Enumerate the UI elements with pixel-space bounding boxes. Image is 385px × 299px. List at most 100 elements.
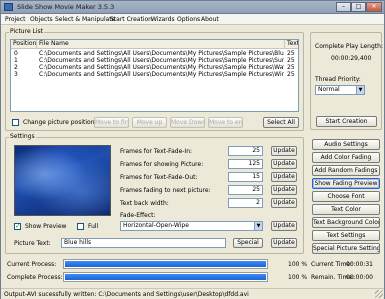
column-text[interactable]: Text	[285, 40, 298, 49]
table-row[interactable]: 0 C:\Documents and Settings\All Users\Do…	[11, 50, 298, 57]
row-text: 25	[287, 64, 295, 71]
showing-label: Frames for showing Picture:	[120, 161, 204, 168]
row-text: 25	[287, 71, 295, 78]
thread-priority-label: Thread Priority:	[315, 76, 361, 83]
picture-list-header: Position File Name Text	[11, 40, 298, 49]
chevron-down-icon[interactable]: ▼	[254, 222, 262, 230]
picture-text-update-button[interactable]: Update	[271, 238, 297, 248]
back-width-label: Text back width:	[120, 200, 169, 207]
resize-grip-icon[interactable]	[375, 290, 383, 298]
row-text: 25	[287, 57, 295, 64]
minimize-button[interactable]: –	[336, 2, 351, 12]
table-row[interactable]: 3 C:\Documents and Settings\All Users\Do…	[11, 71, 298, 78]
change-position-label: Change picture position	[23, 119, 95, 126]
window-title: Slide Show Movie Maker 3.5.3	[17, 3, 115, 11]
complete-play-length-value: 00:00:29,400	[331, 55, 372, 62]
menu-wizards[interactable]: Wizards	[151, 16, 175, 23]
complete-process-label: Complete Process:	[7, 274, 63, 281]
move-down-button[interactable]: Move Down	[170, 117, 205, 128]
fade-in-update-button[interactable]: Update	[271, 146, 297, 156]
back-width-input[interactable]: 2	[228, 198, 263, 208]
title-bar[interactable]: Slide Show Movie Maker 3.5.3 – □ ✕	[1, 1, 384, 14]
picture-list-label: Picture List	[9, 28, 45, 35]
row-file-name: C:\Documents and Settings\All Users\Docu…	[39, 50, 284, 57]
showing-input[interactable]: 125	[228, 159, 263, 169]
start-creation-button[interactable]: Start Creation	[316, 116, 377, 127]
change-position-checkbox[interactable]	[12, 119, 19, 126]
app-window: Slide Show Movie Maker 3.5.3 – □ ✕ Proje…	[0, 0, 385, 299]
showing-update-button[interactable]: Update	[271, 159, 297, 169]
status-bar: Output-AVI sucessfully written: C:\Docum…	[1, 288, 384, 299]
fade-out-update-button[interactable]: Update	[271, 172, 297, 182]
row-position: 1	[14, 57, 18, 64]
current-process-label: Current Process:	[7, 261, 57, 268]
text-color-button[interactable]: Text Color	[312, 204, 380, 215]
chevron-down-icon[interactable]: ▼	[356, 86, 364, 94]
move-up-button[interactable]: Move up	[132, 117, 167, 128]
text-settings-button[interactable]: Text Settings	[312, 230, 380, 241]
column-position[interactable]: Position	[11, 40, 37, 49]
current-progress-fill	[65, 261, 266, 267]
fading-next-update-button[interactable]: Update	[271, 185, 297, 195]
status-text: Output-AVI sucessfully written: C:\Docum…	[4, 291, 249, 298]
fade-effect-value: Horizontal-Open-Wipe	[123, 222, 189, 229]
special-picture-settings-button[interactable]: Special Picture Settings	[312, 243, 380, 254]
current-time-value: 00:00:31	[346, 261, 373, 268]
maximize-button[interactable]: □	[351, 2, 366, 12]
picture-list[interactable]: Position File Name Text 0 C:\Documents a…	[10, 39, 299, 112]
full-checkbox[interactable]	[77, 223, 84, 230]
column-file-name[interactable]: File Name	[37, 40, 285, 49]
complete-progress-bar	[63, 272, 268, 282]
table-row[interactable]: 1 C:\Documents and Settings\All Users\Do…	[11, 57, 298, 64]
picture-text-input[interactable]: Blue hills	[61, 238, 226, 248]
current-progress-bar	[63, 259, 268, 269]
picture-preview	[14, 145, 111, 216]
add-random-fadings-button[interactable]: Add Random Fadings	[312, 165, 380, 176]
row-file-name: C:\Documents and Settings\All Users\Docu…	[39, 71, 284, 78]
thread-priority-value: Normal	[318, 86, 340, 93]
fade-out-label: Frames for Text-Fade-Out:	[120, 174, 198, 181]
add-color-fading-button[interactable]: Add Color Fading	[312, 152, 380, 163]
choose-font-button[interactable]: Choose Font	[312, 191, 380, 202]
menu-options[interactable]: Options	[177, 16, 200, 23]
complete-progress-fill	[65, 274, 266, 280]
audio-settings-button[interactable]: Audio Settings	[312, 139, 380, 150]
fade-effect-select[interactable]: Horizontal-Open-Wipe ▼	[120, 221, 263, 231]
menu-about[interactable]: About	[201, 16, 219, 23]
move-to-end-button[interactable]: Move to end	[208, 117, 243, 128]
show-preview-label: Show Preview	[25, 223, 67, 230]
settings-label: Settings	[9, 133, 36, 140]
fade-effect-update-button[interactable]: Update	[271, 221, 297, 231]
menu-objects[interactable]: Objects	[30, 16, 53, 23]
menu-project[interactable]: Project	[5, 16, 26, 23]
fade-out-input[interactable]: 15	[228, 172, 263, 182]
fade-effect-label: Fade-Effect:	[120, 212, 156, 219]
fading-next-label: Frames fading to next picture:	[120, 187, 211, 194]
close-button[interactable]: ✕	[366, 2, 382, 12]
table-row[interactable]: 2 C:\Documents and Settings\All Users\Do…	[11, 64, 298, 71]
show-preview-checkbox[interactable]	[14, 222, 21, 230]
thread-priority-select[interactable]: Normal ▼	[315, 85, 365, 95]
text-background-color-button[interactable]: Text Background Color	[312, 217, 380, 228]
complete-percent: 100 %	[288, 274, 308, 281]
menu-bar: Project Objects Select & Manipulate Star…	[1, 14, 384, 25]
row-position: 2	[14, 64, 18, 71]
fade-in-label: Frames for Text-Fade-In:	[120, 148, 193, 155]
menu-select-manipulate[interactable]: Select & Manipulate	[55, 16, 115, 23]
special-button[interactable]: Special	[233, 238, 263, 248]
show-fading-preview-button[interactable]: Show Fading Preview	[312, 178, 380, 189]
select-all-button[interactable]: Select All	[263, 117, 299, 128]
picture-text-label: Picture Text:	[14, 240, 51, 247]
row-text: 25	[287, 50, 295, 57]
row-position: 3	[14, 71, 18, 78]
menu-start-creation[interactable]: Start Creation	[110, 16, 152, 23]
move-to-first-button[interactable]: Move to first	[94, 117, 129, 128]
row-file-name: C:\Documents and Settings\All Users\Docu…	[39, 57, 284, 64]
complete-play-length-label: Complete Play Length:	[315, 43, 383, 50]
remain-time-value: 00:00:00	[346, 274, 373, 281]
fading-next-input[interactable]: 25	[228, 185, 263, 195]
current-percent: 100 %	[288, 261, 308, 268]
fade-in-input[interactable]: 25	[228, 146, 263, 156]
back-width-update-button[interactable]: Update	[271, 198, 297, 208]
app-icon	[4, 3, 13, 11]
